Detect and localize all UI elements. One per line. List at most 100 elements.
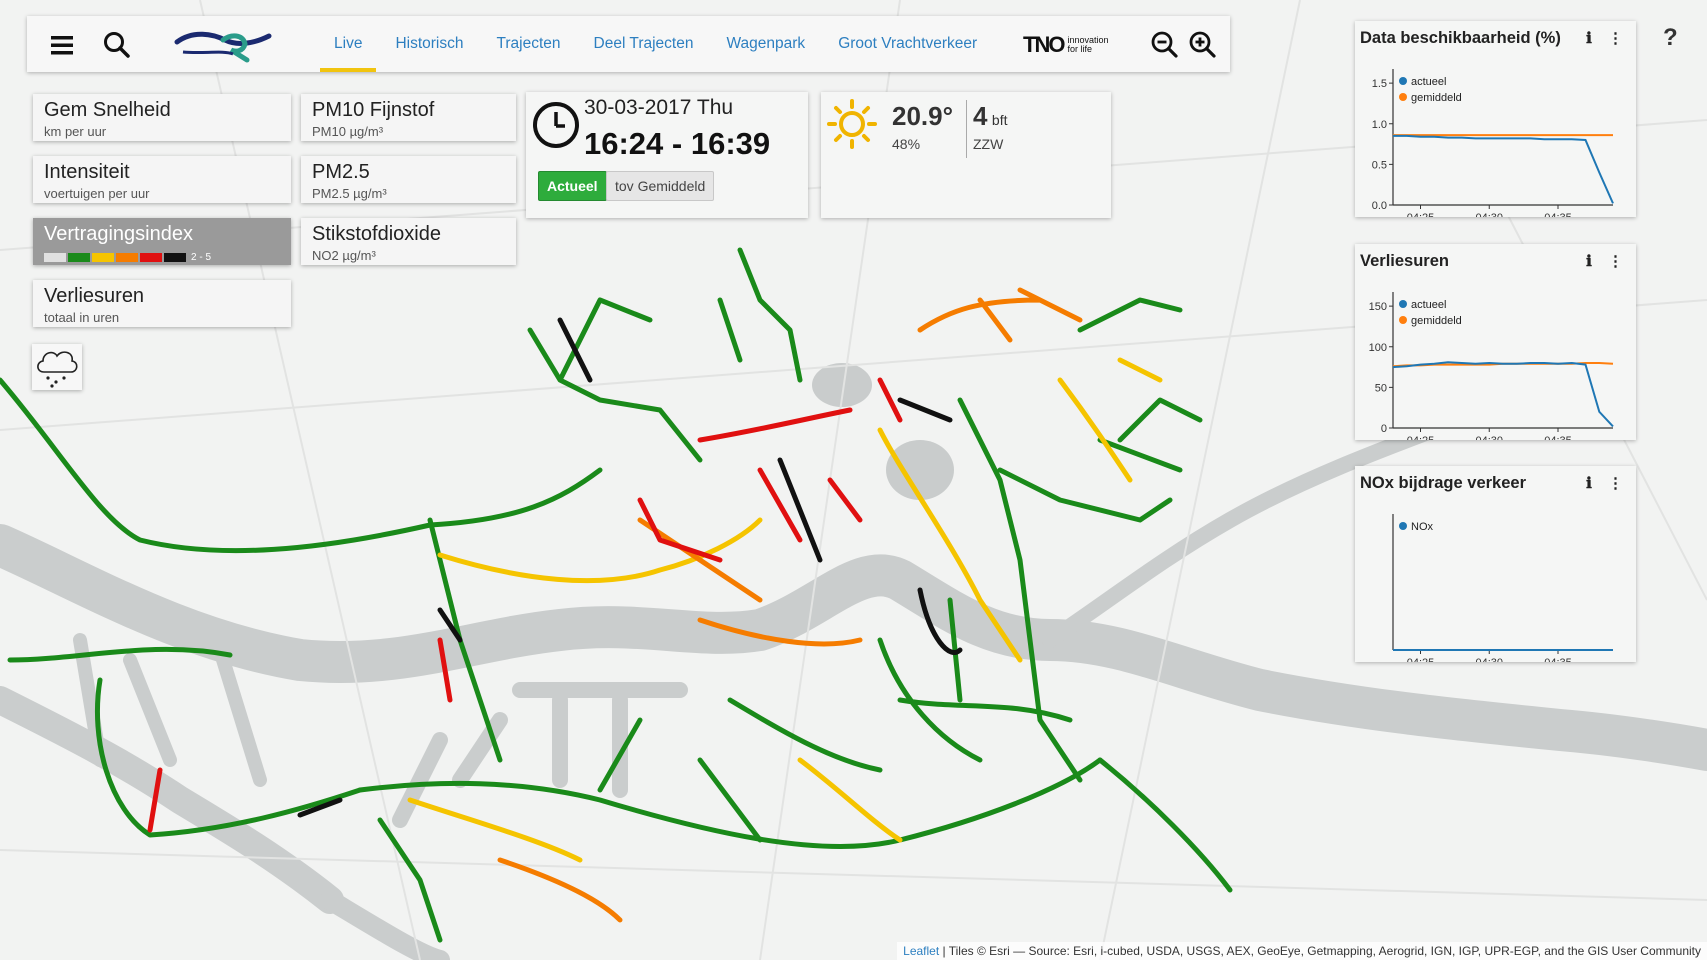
legend-swatch [140,253,162,262]
legend-marker [1399,300,1407,308]
layer-pm25[interactable]: PM2.5 PM2.5 µg/m³ [301,156,516,203]
tab-deel-trajecten[interactable]: Deel Trajecten [594,16,694,72]
layer-intensiteit[interactable]: Intensiteit voertuigen per uur [33,156,291,203]
availability-chart: 1.5 1.0 0.5 0.0 04:25 04:30 04:35 actueel gemidd… [1372,69,1614,217]
time-range: 16:24 - 16:39 [584,126,771,161]
x-tick-label: 04:30 [1475,657,1503,662]
map-attribution: Leaflet | Tiles © Esri — Source: Esri, i… [897,942,1707,960]
y-tick-label: 1.0 [1372,119,1387,131]
legend-label: NOx [1411,521,1434,533]
gemiddeld-button[interactable]: tov Gemiddeld [606,171,715,201]
more-icon[interactable]: ⋮ [1608,252,1623,270]
chart-title: Verliesuren [1360,252,1449,270]
layer-stikstofdioxide[interactable]: Stikstofdioxide NO2 µg/m³ [301,218,516,265]
layer-subtitle: voertuigen per uur [44,186,150,201]
series-line-actueel [1392,361,1614,428]
x-tick-label: 04:25 [1407,657,1435,662]
layer-title: Gem Snelheid [44,99,171,121]
more-icon[interactable]: ⋮ [1608,29,1623,47]
more-icon[interactable]: ⋮ [1608,474,1623,492]
humidity: 48% [892,136,921,152]
tab-wagenpark[interactable]: Wagenpark [726,16,805,72]
y-tick-label: 1.5 [1372,78,1387,90]
tab-historisch[interactable]: Historisch [395,16,463,72]
layer-verliesuren[interactable]: Verliesuren totaal in uren [33,280,291,327]
logo[interactable] [173,24,277,64]
tab-trajecten[interactable]: Trajecten [496,16,560,72]
tab-live[interactable]: Live [319,16,378,72]
layer-title: PM2.5 [312,161,370,183]
legend-label: gemiddeld [1411,315,1462,327]
layer-pm10[interactable]: PM10 Fijnstof PM10 µg/m³ [301,94,516,141]
actueel-button[interactable]: Actueel [538,171,607,201]
x-tick-label: 04:30 [1475,435,1503,440]
tab-groot-vrachtverkeer[interactable]: Groot Vrachtverkeer [838,16,977,72]
tno-logo: TNO innovation for life [1023,32,1109,58]
chart-title: Data beschikbaarheid (%) [1360,29,1561,47]
x-tick-label: 04:35 [1544,435,1572,440]
legend-swatch [68,253,90,262]
legend-label: actueel [1411,299,1446,311]
x-tick-label: 04:35 [1544,212,1572,217]
chart-title: NOx bijdrage verkeer [1360,474,1526,492]
time-panel: 30-03-2017 Thu 16:24 - 16:39 Actueel tov… [526,92,808,218]
legend-label: actueel [1411,76,1446,88]
leaflet-link[interactable]: Leaflet [903,944,939,958]
sun-icon [826,98,878,150]
delay-legend: 2 - 5 [44,252,211,263]
y-tick-label: 0.5 [1372,159,1387,171]
layer-title: PM10 Fijnstof [312,99,435,121]
x-tick-label: 04:35 [1544,657,1572,662]
legend-marker [1399,522,1407,530]
layer-subtitle: km per uur [44,124,107,139]
rain-cloud-icon[interactable] [32,344,82,390]
legend-swatch [164,253,186,262]
y-tick-label: 100 [1369,342,1387,354]
chart-panel-nox: NOx bijdrage verkeer ℹ ⋮ 04:25 04:30 04:35… [1355,466,1636,662]
top-navbar: Live Historisch Trajecten Deel Trajecten… [27,16,1230,72]
main-nav: Live Historisch Trajecten Deel Trajecten… [319,16,1010,72]
layer-title: Stikstofdioxide [312,223,441,245]
layer-title: Vertragingsindex [44,223,193,245]
y-tick-label: 150 [1369,301,1387,313]
temperature: 20.9° [892,101,954,131]
wind-force: 4 bft [973,101,1008,132]
zoom-in-icon[interactable] [1187,29,1219,61]
verliesuren-chart: 150 100 50 0 04:25 04:30 04:35 actueel gemiddeld [1369,292,1614,440]
info-icon[interactable]: ℹ [1582,252,1596,270]
help-icon[interactable]: ? [1663,24,1678,52]
legend-marker [1399,93,1407,101]
wind-direction: ZZW [973,136,1004,152]
search-icon[interactable] [101,29,133,61]
zoom-out-icon[interactable] [1149,29,1181,61]
clock-icon [531,100,581,150]
legend-swatch [44,253,66,262]
menu-icon[interactable] [47,29,79,61]
y-tick-label: 0 [1381,423,1387,435]
layer-gem-snelheid[interactable]: Gem Snelheid km per uur [33,94,291,141]
attribution-text: | Tiles © Esri — Source: Esri, i-cubed, … [939,944,1701,958]
layer-subtitle: PM2.5 µg/m³ [312,186,387,201]
current-date: 30-03-2017 Thu [584,96,734,119]
tno-wordmark: TNO [1023,32,1065,57]
legend-label: gemiddeld [1411,92,1462,104]
legend-swatch [92,253,114,262]
wind-force-value: 4 [973,101,988,131]
y-tick-label: 0.0 [1372,200,1387,212]
layer-vertragingsindex[interactable]: Vertragingsindex 2 - 5 [33,218,291,265]
info-icon[interactable]: ℹ [1582,474,1596,492]
legend-swatch [116,253,138,262]
wind-unit: bft [991,112,1008,128]
legend-range: 2 - 5 [191,252,212,263]
y-tick-label: 50 [1375,382,1387,394]
legend-marker [1399,77,1407,85]
x-tick-label: 04:25 [1407,212,1435,217]
layer-subtitle: totaal in uren [44,310,120,325]
info-icon[interactable]: ℹ [1582,29,1596,47]
layer-title: Verliesuren [44,285,145,307]
chart-panel-availability: Data beschikbaarheid (%) ℹ ⋮ 1.5 1.0 0.5 0.… [1355,21,1636,217]
layer-subtitle: NO2 µg/m³ [312,248,376,263]
series-line-actueel [1393,134,1614,204]
x-tick-label: 04:25 [1407,435,1435,440]
tno-tagline-2: for life [1067,44,1092,54]
